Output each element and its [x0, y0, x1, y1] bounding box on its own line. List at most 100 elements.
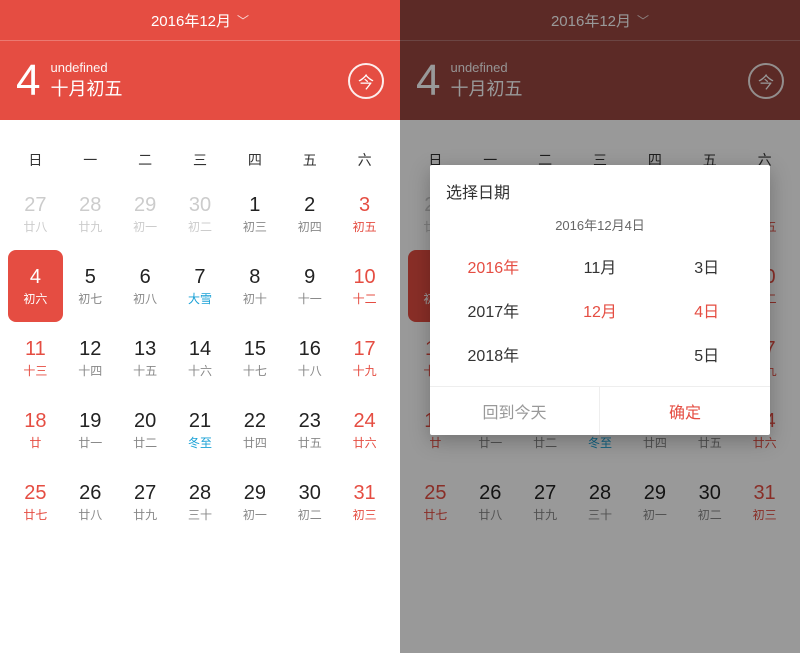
calendar-pane-right: 2016年12月 ﹀ 4 undefined 十月初五 今 日一二三四五六 27… [400, 0, 800, 653]
day-number: 14 [189, 338, 211, 360]
calendar-cell[interactable]: 7大雪 [173, 250, 228, 322]
day-number: 31 [353, 482, 375, 504]
calendar-cell[interactable]: 29初一 [118, 178, 173, 250]
date-picker-modal: 选择日期 2016年12月4日 2016年2017年2018年11月12月.3日… [430, 165, 770, 435]
day-number: 17 [353, 338, 375, 360]
confirm-button[interactable]: 确定 [600, 387, 770, 435]
day-number: 16 [299, 338, 321, 360]
day-number: 29 [244, 482, 266, 504]
modal-footer: 回到今天 确定 [430, 386, 770, 435]
day-number: 24 [353, 410, 375, 432]
picker-option[interactable]: 3日 [653, 244, 760, 288]
day-subtitle: 初八 [133, 290, 157, 307]
calendar-cell[interactable]: 12十四 [63, 322, 118, 394]
year-wheel[interactable]: 2016年2017年2018年 [440, 244, 547, 376]
day-subtitle: 廿 [29, 434, 41, 451]
undefined-label: undefined [50, 59, 122, 77]
modal-title: 选择日期 [430, 165, 770, 211]
calendar-header: 2016年12月 ﹀ 4 undefined 十月初五 今 [0, 0, 400, 120]
calendar-cell[interactable]: 30初二 [282, 466, 337, 538]
day-subtitle: 初二 [298, 506, 322, 523]
calendar-cell[interactable]: 16十八 [282, 322, 337, 394]
calendar-cell[interactable]: 6 初八 [118, 250, 173, 322]
weekday-label: 四 [227, 150, 282, 170]
calendar-cell[interactable]: 13十五 [118, 322, 173, 394]
calendar-cell[interactable]: 11十三 [8, 322, 63, 394]
calendar-cell[interactable]: 2初四 [282, 178, 337, 250]
calendar-cell[interactable]: 20廿二 [118, 394, 173, 466]
calendar-cell[interactable]: 17十九 [337, 322, 392, 394]
calendar-cell[interactable]: 27 廿八 [8, 178, 63, 250]
day-number: 10 [353, 266, 375, 288]
calendar-cell[interactable]: 9十一 [282, 250, 337, 322]
calendar-cell[interactable]: 1初三 [227, 178, 282, 250]
chevron-down-icon: ﹀ [237, 12, 249, 29]
day-subtitle: 廿九 [78, 218, 102, 235]
calendar-cell[interactable]: 10十二 [337, 250, 392, 322]
day-number: 2 [304, 194, 315, 216]
day-number: 9 [304, 266, 315, 288]
date-picker-wheels[interactable]: 2016年2017年2018年11月12月.3日4日5日 [430, 244, 770, 386]
today-button[interactable]: 今 [348, 63, 384, 99]
calendar-cell[interactable]: 19廿一 [63, 394, 118, 466]
calendar-cell[interactable]: 24廿六 [337, 394, 392, 466]
calendar-cell[interactable]: 27廿九 [118, 466, 173, 538]
calendar-cell[interactable]: 31初三 [337, 466, 392, 538]
weekday-header: 日一二三四五六 [0, 120, 400, 178]
day-subtitle: 廿七 [23, 506, 47, 523]
today-row: 4 undefined 十月初五 今 [0, 40, 400, 120]
picker-option[interactable]: 2017年 [440, 288, 547, 332]
day-number: 4 [30, 266, 41, 288]
calendar-cell[interactable]: 21冬至 [173, 394, 228, 466]
day-subtitle: 初七 [78, 290, 102, 307]
calendar-cell[interactable]: 23廿五 [282, 394, 337, 466]
calendar-cell[interactable]: 3初五 [337, 178, 392, 250]
calendar-cell[interactable]: 25廿七 [8, 466, 63, 538]
calendar-cell[interactable]: 4 初六 [8, 250, 63, 322]
lunar-date: 十月初五 [50, 77, 122, 102]
month-wheel[interactable]: 11月12月. [547, 244, 654, 376]
day-wheel[interactable]: 3日4日5日 [653, 244, 760, 376]
calendar-cell[interactable]: 14十六 [173, 322, 228, 394]
calendar-cell[interactable]: 28廿九 [63, 178, 118, 250]
calendar-cell[interactable]: 18 廿 [8, 394, 63, 466]
day-number: 27 [134, 482, 156, 504]
day-subtitle: 冬至 [188, 434, 212, 451]
picker-option[interactable]: 12月 [547, 288, 654, 332]
calendar-cell[interactable]: 30初二 [173, 178, 228, 250]
calendar-cell[interactable]: 8初十 [227, 250, 282, 322]
picker-option[interactable]: . [547, 332, 654, 376]
calendar-cell[interactable]: 28 三十 [173, 466, 228, 538]
day-subtitle: 廿八 [23, 218, 47, 235]
day-number: 22 [244, 410, 266, 432]
picker-option[interactable]: 2016年 [440, 244, 547, 288]
calendar-cell[interactable]: 29初一 [227, 466, 282, 538]
day-number: 19 [79, 410, 101, 432]
picker-option[interactable]: 4日 [653, 288, 760, 332]
day-number: 3 [359, 194, 370, 216]
calendar-cell[interactable]: 22廿四 [227, 394, 282, 466]
day-number: 6 [140, 266, 151, 288]
day-subtitle: 初六 [23, 290, 47, 307]
day-number: 23 [299, 410, 321, 432]
day-subtitle: 初十 [243, 290, 267, 307]
day-subtitle: 十五 [133, 362, 157, 379]
month-title-bar[interactable]: 2016年12月 ﹀ [0, 0, 400, 40]
calendar-cell[interactable]: 15十七 [227, 322, 282, 394]
modal-current-date: 2016年12月4日 [430, 211, 770, 244]
day-subtitle: 廿八 [78, 506, 102, 523]
day-number: 20 [134, 410, 156, 432]
today-button-label: 今 [358, 69, 374, 93]
picker-option[interactable]: 11月 [547, 244, 654, 288]
day-number: 27 [24, 194, 46, 216]
day-subtitle: 三十 [188, 506, 212, 523]
day-number: 28 [189, 482, 211, 504]
day-number: 18 [24, 410, 46, 432]
picker-option[interactable]: 2018年 [440, 332, 547, 376]
back-to-today-button[interactable]: 回到今天 [430, 387, 600, 435]
picker-option[interactable]: 5日 [653, 332, 760, 376]
day-number: 12 [79, 338, 101, 360]
day-number: 5 [85, 266, 96, 288]
calendar-cell[interactable]: 26廿八 [63, 466, 118, 538]
calendar-cell[interactable]: 5 初七 [63, 250, 118, 322]
